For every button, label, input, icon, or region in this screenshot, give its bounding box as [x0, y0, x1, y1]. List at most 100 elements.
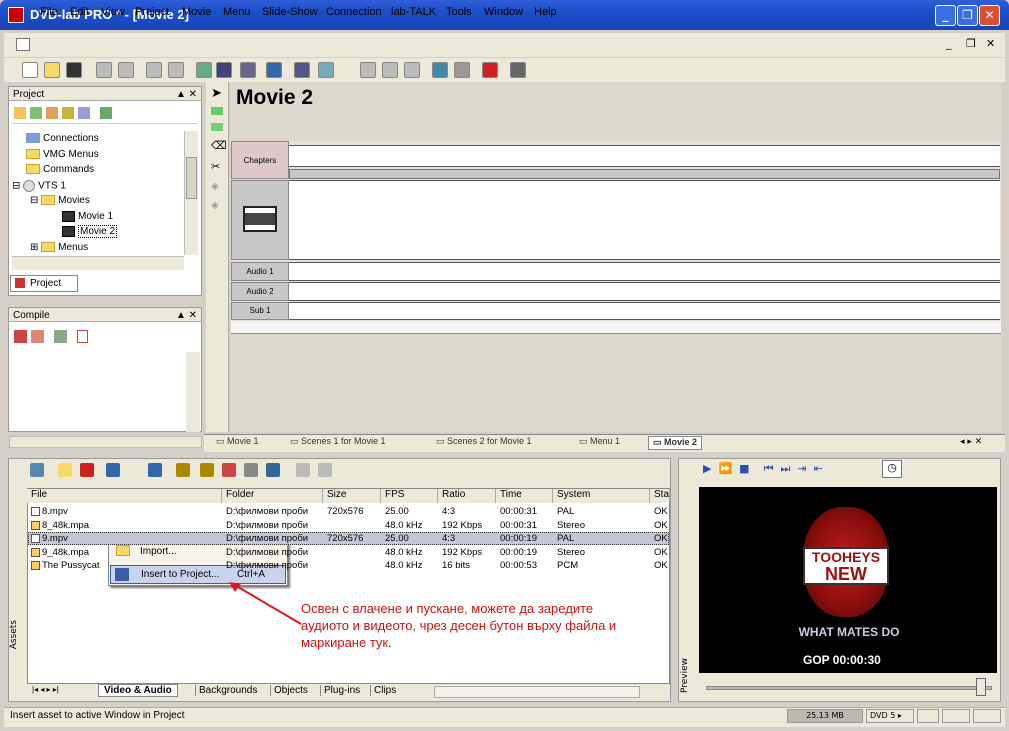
redo-icon[interactable]: [168, 62, 184, 78]
import-icon[interactable]: [266, 62, 282, 78]
prev-icon[interactable]: [360, 62, 376, 78]
close-button[interactable]: ✕: [979, 5, 1000, 26]
new-movie-icon[interactable]: [46, 107, 58, 119]
tab-objects[interactable]: Objects: [270, 685, 308, 696]
menu-slideshow[interactable]: Slide-Show: [262, 6, 318, 18]
tab-clips[interactable]: Clips: [370, 685, 396, 696]
menu-edit[interactable]: Edit: [70, 6, 89, 18]
project-hscrollbar[interactable]: [12, 256, 184, 270]
undo-icon[interactable]: [146, 62, 162, 78]
vts-settings-icon[interactable]: [100, 107, 112, 119]
audio-icon[interactable]: [176, 463, 190, 477]
tree-vmg-menus[interactable]: VMG Menus: [26, 149, 99, 160]
properties-icon[interactable]: [78, 107, 90, 119]
clip-icon[interactable]: [404, 62, 420, 78]
snap2-icon[interactable]: ◈: [211, 200, 223, 211]
tab-scenes2[interactable]: ▭ Scenes 2 for Movie 1: [436, 436, 532, 450]
scissors-icon[interactable]: ✂: [211, 160, 223, 173]
save-icon[interactable]: [66, 62, 82, 78]
prev-frame-icon[interactable]: ⏮: [764, 462, 774, 475]
track-audio1[interactable]: [289, 262, 1000, 281]
table-row[interactable]: 9_48k.mpa D:\филмови проби 48.0 kHz 192 Kbp…: [28, 547, 669, 559]
mark-out-icon[interactable]: ⇤: [814, 462, 823, 475]
check-icon[interactable]: [31, 330, 44, 343]
fast-forward-icon[interactable]: ⏩: [718, 462, 732, 475]
tab-plugins[interactable]: Plug-ins: [320, 685, 360, 696]
tab-movie1[interactable]: ▭ Movie 1: [216, 436, 259, 450]
log-icon[interactable]: [77, 330, 88, 343]
menu-help[interactable]: Help: [534, 6, 557, 18]
preview-seek-bar[interactable]: [706, 686, 992, 690]
mdi-close-button[interactable]: ✕: [986, 37, 995, 50]
menu-tools[interactable]: Tools: [446, 6, 472, 18]
col-system[interactable]: System: [553, 489, 650, 503]
new-menu-icon[interactable]: [30, 107, 42, 119]
tree-movie1[interactable]: Movie 1: [62, 211, 113, 222]
link-icon[interactable]: [244, 463, 258, 477]
disc-type-select[interactable]: DVD 5 ▸: [866, 709, 914, 723]
panel-pin-close-icon[interactable]: ▲ ✕: [176, 89, 197, 100]
menu-labtalk[interactable]: lab-TALK: [391, 6, 436, 18]
menu-movie[interactable]: Movie: [182, 6, 211, 18]
stop-icon[interactable]: ■: [739, 462, 749, 475]
help-icon[interactable]: [510, 62, 526, 78]
mdi-restore-button[interactable]: ❐: [966, 37, 976, 50]
tab-project[interactable]: Project: [10, 275, 78, 292]
list-icon[interactable]: [294, 62, 310, 78]
paste-icon[interactable]: [118, 62, 134, 78]
audio-ac3-icon[interactable]: [200, 463, 214, 477]
play-icon[interactable]: ▶: [703, 462, 711, 475]
compile-icon[interactable]: [14, 330, 27, 343]
table-row[interactable]: 9.mpv D:\филмови проби 720x576 25.00 4:3 00:0…: [28, 533, 669, 545]
menu-view[interactable]: View: [101, 6, 125, 18]
track-video[interactable]: [289, 180, 1000, 260]
compile-scrollbar[interactable]: [186, 352, 200, 432]
tab-menu1[interactable]: ▭ Menu 1: [579, 436, 620, 450]
col-fps[interactable]: FPS: [381, 489, 438, 503]
cut-icon[interactable]: [96, 62, 112, 78]
next-frame-icon[interactable]: ⏭: [780, 462, 790, 475]
move-chapter-icon[interactable]: [211, 123, 223, 131]
copy-icon[interactable]: [296, 463, 310, 477]
magic-icon[interactable]: [318, 62, 334, 78]
tab-nav-arrows[interactable]: |◂ ◂ ▸ ▸|: [32, 685, 59, 694]
select-arrow-icon[interactable]: ➤: [211, 86, 223, 101]
add-asset-icon[interactable]: [148, 463, 162, 477]
mark-in-icon[interactable]: ⇥: [797, 462, 806, 475]
layers-icon[interactable]: [216, 62, 232, 78]
delete-icon[interactable]: [80, 463, 94, 477]
tree-vts1[interactable]: ⊟ VTS 1: [12, 180, 66, 192]
col-size[interactable]: Size: [323, 489, 381, 503]
clock-icon[interactable]: ◷: [882, 460, 902, 478]
snap-icon[interactable]: ◈: [211, 181, 223, 192]
minimize-button[interactable]: _: [935, 5, 956, 26]
open-icon[interactable]: [44, 62, 60, 78]
new-vts-icon[interactable]: [14, 107, 26, 119]
tree-commands[interactable]: Commands: [26, 164, 94, 175]
sort-icon[interactable]: [106, 463, 120, 477]
tab-backgrounds[interactable]: Backgrounds: [195, 685, 257, 696]
menu-window[interactable]: Window: [484, 6, 523, 18]
link-icon[interactable]: [240, 62, 256, 78]
tab-scroll-close[interactable]: ◂ ▸ ✕: [960, 437, 982, 447]
connect-icon[interactable]: [196, 62, 212, 78]
new-icon[interactable]: [22, 62, 38, 78]
table-row[interactable]: The Pussycat D:\филмови проби 48.0 kHz 16 b…: [28, 560, 669, 572]
project-vscrollbar[interactable]: [184, 131, 198, 255]
menu-connection[interactable]: Connection: [326, 6, 382, 18]
table-row[interactable]: 8_48k.mpa D:\филмови проби 48.0 kHz 192 Kbp…: [28, 520, 669, 532]
compile-hscrollbar[interactable]: [9, 436, 202, 448]
paste-icon[interactable]: [318, 463, 332, 477]
tree-movie2[interactable]: Movie 2: [62, 225, 118, 239]
tab-scenes1[interactable]: ▭ Scenes 1 for Movie 1: [290, 436, 386, 450]
view-icon[interactable]: [30, 463, 44, 477]
open-folder-icon[interactable]: [58, 463, 72, 477]
seek-handle[interactable]: [976, 678, 986, 696]
eraser-icon[interactable]: ⌫: [211, 139, 227, 152]
zoom-out-icon[interactable]: [454, 62, 470, 78]
maximize-button[interactable]: ❐: [957, 5, 978, 26]
col-folder[interactable]: Folder: [222, 489, 323, 503]
compile-pin-close-icon[interactable]: ▲ ✕: [176, 310, 197, 321]
menu-menu[interactable]: Menu: [223, 6, 251, 18]
col-sta[interactable]: Sta: [650, 489, 670, 503]
